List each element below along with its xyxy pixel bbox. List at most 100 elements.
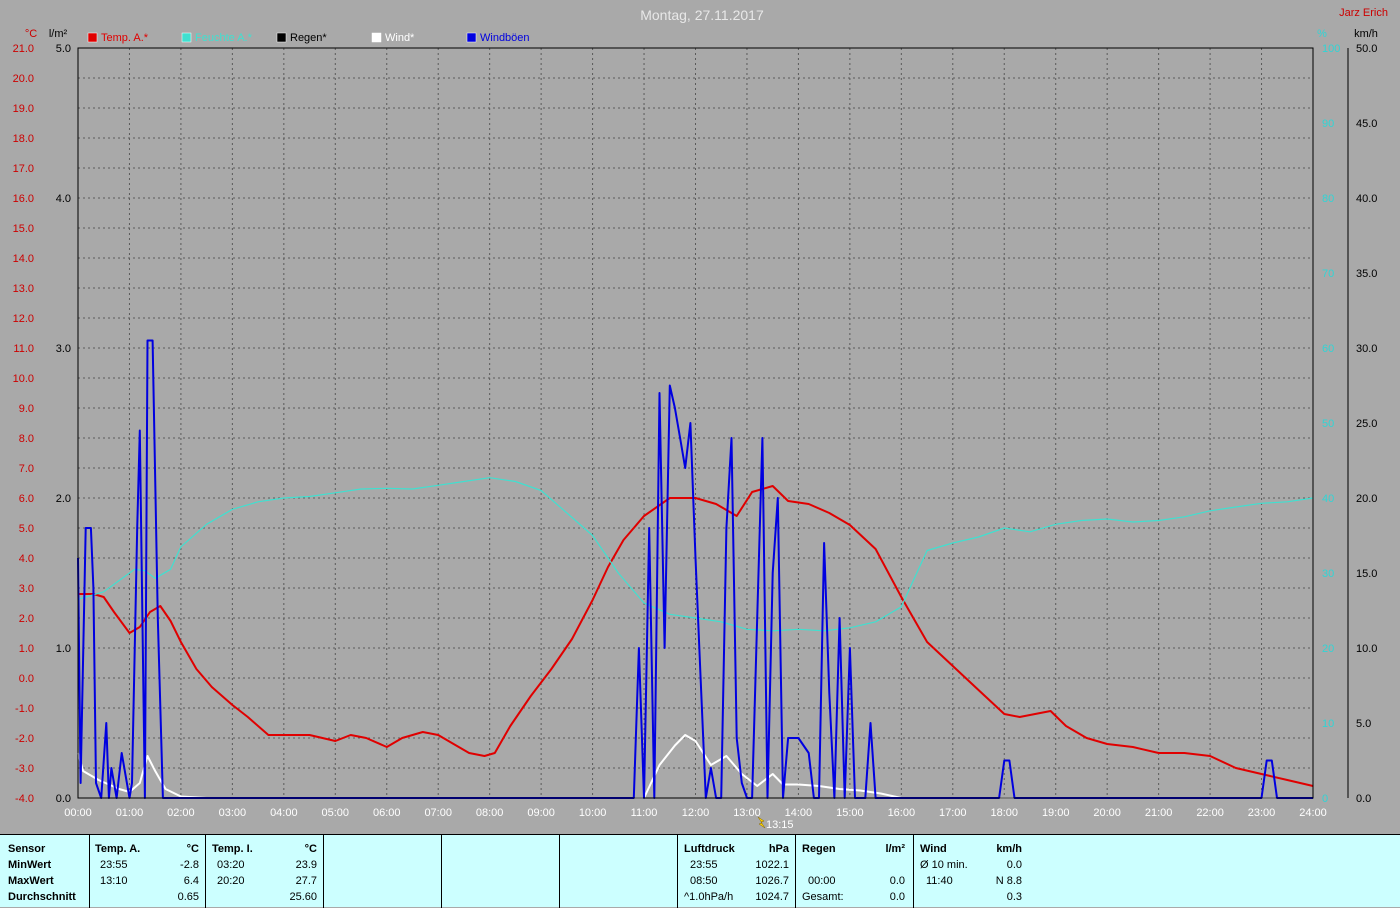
author-label: Jarz Erich — [1339, 7, 1388, 19]
stats-pressure-avg-val: 1024.7 — [755, 891, 789, 903]
rain-tick-label: 5.0 — [56, 43, 71, 55]
temp-tick-label: 2.0 — [19, 613, 34, 625]
temp-tick-label: 7.0 — [19, 463, 34, 475]
temp-tick-label: 8.0 — [19, 433, 34, 445]
legend-label: Regen* — [290, 32, 327, 44]
legend-swatch — [276, 32, 287, 43]
legend-swatch — [466, 32, 477, 43]
stats-temp-a-min-val: -2.8 — [180, 859, 199, 871]
time-tick-label: 10:00 — [579, 807, 607, 819]
temp-tick-label: 19.0 — [13, 103, 34, 115]
stats-min-label: MinWert — [8, 859, 52, 871]
temp-tick-label: 12.0 — [13, 313, 34, 325]
time-tick-label: 01:00 — [116, 807, 144, 819]
stats-pressure-min-time: 23:55 — [690, 859, 718, 871]
humidity-tick-label: 40 — [1322, 493, 1334, 505]
humidity-tick-label: 60 — [1322, 343, 1334, 355]
time-tick-label: 17:00 — [939, 807, 967, 819]
humidity-tick-label: 50 — [1322, 418, 1334, 430]
rain-tick-label: 2.0 — [56, 493, 71, 505]
stats-col-empty-3 — [560, 835, 678, 908]
rain-tick-label: 0.0 — [56, 793, 71, 805]
time-tick-label: 14:00 — [785, 807, 813, 819]
wind-tick-label: 25.0 — [1356, 418, 1377, 430]
stats-temp-i-avg-val: 25.60 — [289, 891, 317, 903]
legend-swatch — [87, 32, 98, 43]
wind-tick-label: 5.0 — [1356, 718, 1371, 730]
stats-pressure-max-time: 08:50 — [690, 875, 718, 887]
stats-temp-i-min-val: 23.9 — [295, 859, 317, 871]
stats-temp-a-max-time: 13:10 — [100, 875, 128, 887]
temp-tick-label: 3.0 — [19, 583, 34, 595]
time-tick-label: 15:00 — [836, 807, 864, 819]
temp-tick-label: 9.0 — [19, 403, 34, 415]
time-tick-label: 04:00 — [270, 807, 298, 819]
wind-tick-label: 15.0 — [1356, 568, 1377, 580]
temp-tick-label: -2.0 — [15, 733, 34, 745]
humidity-axis-unit: % — [1317, 28, 1327, 40]
time-tick-label: 20:00 — [1093, 807, 1121, 819]
temp-tick-label: 14.0 — [13, 253, 34, 265]
temp-tick-label: 17.0 — [13, 163, 34, 175]
temp-axis-unit: °C — [25, 28, 37, 40]
wind-tick-label: 35.0 — [1356, 268, 1377, 280]
stats-col-sensor: Sensor MinWert MaxWert Durchschnitt — [0, 835, 90, 908]
wind-tick-label: 0.0 — [1356, 793, 1371, 805]
humidity-tick-label: 20 — [1322, 643, 1334, 655]
chart-title: Montag, 27.11.2017 — [640, 7, 764, 23]
temp-tick-label: -4.0 — [15, 793, 34, 805]
temp-tick-label: 18.0 — [13, 133, 34, 145]
stats-temp-i-head: Temp. I. — [212, 843, 253, 855]
temp-tick-label: 15.0 — [13, 223, 34, 235]
time-tick-label: 08:00 — [476, 807, 504, 819]
legend-swatch — [181, 32, 192, 43]
humidity-tick-label: 90 — [1322, 118, 1334, 130]
stats-col-empty-1 — [324, 835, 442, 908]
legend-label: Temp. A.* — [101, 32, 149, 44]
temp-tick-label: 4.0 — [19, 553, 34, 565]
weather-chart: 21.0 20.0 19.0 18.0 17.0 16.0 15.0 14.0 13.0 12.0… — [13, 7, 1388, 831]
wind-tick-label: 45.0 — [1356, 118, 1377, 130]
temp-tick-label: 16.0 — [13, 193, 34, 205]
rain-axis-unit: l/m² — [49, 28, 68, 40]
legend-label: Feuchte A.* — [195, 32, 253, 44]
time-marker: 13:15 — [757, 816, 794, 831]
stats-wind-head: Wind — [920, 843, 947, 855]
temp-tick-label: 11.0 — [13, 343, 34, 355]
chart-grid — [78, 48, 1313, 798]
wind-tick-label: 40.0 — [1356, 193, 1377, 205]
legend-label: Wind* — [385, 32, 415, 44]
stats-temp-a-head: Temp. A. — [95, 843, 141, 855]
stats-col-temp-i: Temp. I. °C 03:20 23.9 20:20 27.7 25.60 — [206, 835, 324, 908]
time-tick-label: 06:00 — [373, 807, 401, 819]
stats-pressure-unit: hPa — [768, 843, 789, 855]
temp-tick-label: 1.0 — [19, 643, 34, 655]
humidity-tick-label: 30 — [1322, 568, 1334, 580]
stats-max-label: MaxWert — [8, 875, 54, 887]
time-tick-label: 23:00 — [1248, 807, 1276, 819]
stats-temp-a-min-time: 23:55 — [100, 859, 128, 871]
stats-avg-label: Durchschnitt — [8, 891, 76, 903]
time-tick-label: 24:00 — [1299, 807, 1327, 819]
wind-axis-unit: km/h — [1354, 28, 1378, 40]
stats-col-pressure: Luftdruck hPa 23:55 1022.1 08:50 1026.7 … — [678, 835, 796, 908]
time-tick-label: 16:00 — [888, 807, 916, 819]
temp-tick-label: 0.0 — [19, 673, 34, 685]
time-tick-label: 02:00 — [167, 807, 195, 819]
temp-tick-label: 5.0 — [19, 523, 34, 535]
temp-tick-label: 6.0 — [19, 493, 34, 505]
legend-swatch — [371, 32, 382, 43]
humidity-tick-label: 80 — [1322, 193, 1334, 205]
stats-temp-a-avg-val: 0.65 — [177, 891, 199, 903]
humidity-tick-label: 70 — [1322, 268, 1334, 280]
time-tick-label: 12:00 — [682, 807, 710, 819]
humidity-tick-label: 100 — [1322, 43, 1340, 55]
wind-tick-label: 10.0 — [1356, 643, 1377, 655]
humidity-tick-label: 0 — [1322, 793, 1328, 805]
stats-pressure-min-val: 1022.1 — [755, 859, 789, 871]
stats-rain-max-val: 0.0 — [889, 875, 905, 887]
temp-tick-label: -1.0 — [15, 703, 34, 715]
time-tick-label: 00:00 — [64, 807, 92, 819]
stats-col-wind: Wind km/h Ø 10 min. 0.0 11:40 N 8.8 0.3 — [914, 835, 1028, 908]
lightning-icon — [757, 816, 766, 829]
